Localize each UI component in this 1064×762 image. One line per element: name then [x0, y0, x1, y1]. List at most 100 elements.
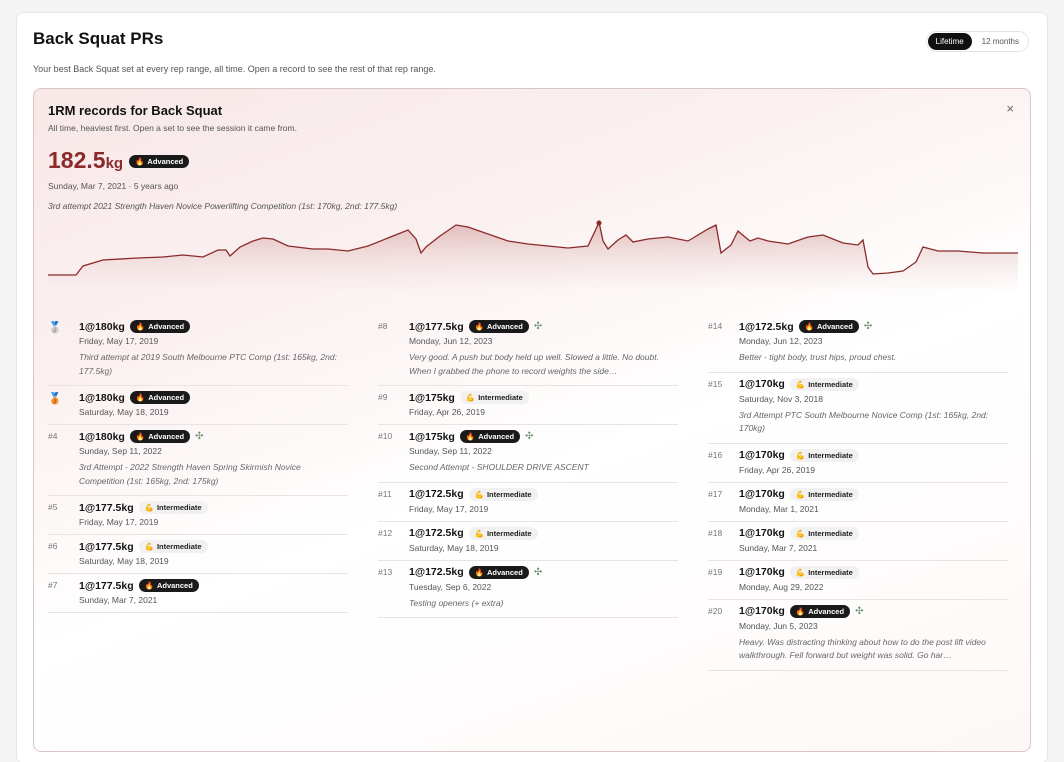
- record-head: 1@172.5kg 💪 Intermediate: [409, 487, 678, 501]
- record-row[interactable]: #7 1@177.5kg 🔥 Advanced Sunday, Mar 7, 2021: [48, 574, 348, 614]
- prs-card: Back Squat PRs Your best Back Squat set …: [16, 12, 1048, 762]
- close-icon[interactable]: ×: [1006, 101, 1014, 116]
- record-set: 1@180kg: [79, 430, 125, 443]
- record-row[interactable]: #8 1@177.5kg 🔥 Advanced ✣ Monday, Jun 12, 202…: [378, 315, 678, 387]
- record-date: Sunday, Mar 7, 2021: [79, 595, 158, 606]
- record-date: Monday, Jun 5, 2023: [739, 620, 818, 631]
- record-row[interactable]: #9 1@175kg 💪 Intermediate Friday, Apr 26, 20…: [378, 386, 678, 426]
- history-sparkline: [48, 219, 1018, 289]
- record-row[interactable]: 🥈 1@180kg 🔥 Advanced Friday, May 17, 2019 Thi…: [48, 315, 348, 387]
- record-row[interactable]: #19 1@170kg 💪 Intermediate Monday, Aug 29, 2…: [708, 561, 1008, 600]
- fire-icon: 🔥: [795, 606, 806, 616]
- advanced-badge: 🔥 Advanced: [129, 320, 191, 333]
- badge-label: Advanced: [486, 567, 523, 577]
- record-set: 1@170kg: [739, 488, 785, 501]
- flexed-arm-icon: 💪: [795, 450, 806, 460]
- record-date: Monday, Jun 12, 2023: [739, 336, 823, 346]
- panel-subtitle: All time, heaviest first. Open a set to …: [48, 123, 297, 133]
- badge-label: Intermediate: [486, 528, 532, 538]
- badge-label: Advanced: [148, 393, 185, 403]
- record-row[interactable]: #14 1@172.5kg 🔥 Advanced ✣ Monday, Jun 12, 20…: [708, 315, 1008, 373]
- record-row[interactable]: #15 1@170kg 💪 Intermediate Saturday, Nov 3, …: [708, 373, 1008, 444]
- 12-months-toggle-button[interactable]: 12 months: [974, 33, 1027, 50]
- page-subtitle: Your best Back Squat set at every rep ra…: [33, 64, 436, 74]
- hero-note: 3rd attempt 2021 Strength Haven Novice P…: [48, 201, 398, 211]
- record-set: 1@180kg: [79, 320, 125, 333]
- intermediate-badge: 💪 Intermediate: [789, 565, 859, 579]
- record-rank: #4: [48, 431, 58, 442]
- record-row[interactable]: #16 1@170kg 💪 Intermediate Friday, Apr 26, 2…: [708, 444, 1008, 483]
- record-rank: #8: [378, 321, 388, 331]
- record-row[interactable]: 🥉 1@180kg 🔥 Advanced Saturday, May 18, 2019: [48, 386, 348, 426]
- record-row[interactable]: #6 1@177.5kg 💪 Intermediate Saturday, May 18…: [48, 535, 348, 575]
- record-set: 1@172.5kg: [409, 488, 464, 501]
- record-row[interactable]: #11 1@172.5kg 💪 Intermediate Friday, May 17,…: [378, 483, 678, 522]
- lifetime-toggle-button[interactable]: Lifetime: [927, 33, 972, 50]
- record-rank: #13: [378, 566, 393, 577]
- record-set: 1@177.5kg: [79, 540, 134, 553]
- advanced-badge: 🔥 Advanced: [468, 320, 529, 333]
- record-row[interactable]: #10 1@175kg 🔥 Advanced ✣ Sunday, Sep 11, 2022…: [378, 425, 678, 483]
- records-column-2: #8 1@177.5kg 🔥 Advanced ✣ Monday, Jun 12, 202…: [378, 315, 678, 619]
- badge-label: Intermediate: [156, 503, 202, 513]
- record-row[interactable]: #4 1@180kg 🔥 Advanced ✣ Sunday, Sep 11, 2022 3…: [48, 425, 348, 497]
- badge-label: Intermediate: [156, 542, 202, 552]
- record-head: 1@170kg 💪 Intermediate: [739, 487, 1008, 501]
- record-row[interactable]: #17 1@170kg 💪 Intermediate Monday, Mar 1, 20…: [708, 483, 1008, 522]
- record-row[interactable]: #5 1@177.5kg 💪 Intermediate Friday, May 17, …: [48, 496, 348, 536]
- record-date: Saturday, May 18, 2019: [79, 407, 169, 418]
- badge-label: Advanced: [148, 322, 185, 331]
- flexed-arm-icon: 💪: [795, 567, 806, 577]
- record-row[interactable]: #20 1@170kg 🔥 Advanced ✣ Monday, Jun 5, 2023 H…: [708, 600, 1008, 671]
- record-date: Sunday, Sep 11, 2022: [79, 446, 162, 457]
- fire-icon: 🔥: [135, 322, 146, 331]
- fire-icon: 🔥: [474, 322, 484, 331]
- record-rank: #14: [708, 321, 723, 331]
- badge-label: Advanced: [816, 322, 853, 331]
- hero-date: Sunday, Mar 7, 2021 · 5 years ago: [48, 181, 179, 191]
- record-row[interactable]: #13 1@172.5kg 🔥 Advanced ✣ Tuesday, Sep 6, 20…: [378, 561, 678, 619]
- bronze-medal-icon: 🥉: [48, 393, 62, 406]
- record-rank: #9: [378, 392, 388, 403]
- hero-record[interactable]: 182.5 kg 🔥 Advanced: [48, 147, 190, 174]
- advanced-badge: 🔥 Advanced: [129, 391, 191, 405]
- record-rank: #15: [708, 378, 723, 389]
- advanced-badge: 🔥 Advanced: [459, 430, 521, 444]
- record-set: 1@170kg: [739, 378, 785, 391]
- record-note: 3rd Attempt PTC South Melbourne Novice C…: [739, 409, 989, 434]
- record-row[interactable]: #12 1@172.5kg 💪 Intermediate Saturday, May 1…: [378, 522, 678, 561]
- advanced-badge: 🔥 Advanced: [129, 430, 191, 444]
- record-head: 1@177.5kg 💪 Intermediate: [79, 501, 348, 515]
- hero-badge: 🔥 Advanced: [129, 155, 190, 168]
- fire-icon: 🔥: [144, 581, 154, 591]
- record-date: Friday, Apr 26, 2019: [739, 464, 815, 475]
- advanced-badge: 🔥 Advanced: [468, 565, 529, 579]
- record-set: 1@175kg: [409, 391, 455, 404]
- pinwheel-icon: ✣: [855, 605, 864, 617]
- badge-label: Intermediate: [478, 393, 523, 403]
- record-note: Very good. A push but body held up well.…: [409, 352, 659, 376]
- badge-label: Advanced: [478, 432, 515, 442]
- record-head: 1@170kg 💪 Intermediate: [739, 526, 1008, 540]
- record-rank: #11: [378, 488, 392, 499]
- record-row[interactable]: #18 1@170kg 💪 Intermediate Sunday, Mar 7, 20…: [708, 522, 1008, 561]
- record-note: Third attempt at 2019 South Melbourne PT…: [79, 352, 337, 376]
- record-set: 1@172.5kg: [409, 527, 464, 540]
- record-set: 1@180kg: [79, 391, 125, 404]
- record-set: 1@177.5kg: [409, 320, 464, 333]
- intermediate-badge: 💪 Intermediate: [789, 377, 859, 391]
- badge-label: Advanced: [486, 322, 523, 331]
- advanced-badge: 🔥 Advanced: [789, 604, 851, 618]
- record-set: 1@170kg: [739, 449, 785, 462]
- records-panel: 1RM records for Back Squat All time, hea…: [33, 88, 1031, 752]
- sparkline-peak-dot: [596, 220, 602, 226]
- intermediate-badge: 💪 Intermediate: [459, 391, 529, 405]
- fire-icon: 🔥: [135, 393, 146, 403]
- pinwheel-icon: ✣: [533, 321, 543, 332]
- record-rank: #17: [708, 488, 723, 499]
- records-column-3: #14 1@172.5kg 🔥 Advanced ✣ Monday, Jun 12, 20…: [708, 315, 1008, 671]
- record-date: Sunday, Mar 7, 2021: [739, 542, 818, 553]
- record-set: 1@177.5kg: [79, 579, 134, 592]
- record-note: Better - tight body, trust hips, proud c…: [739, 352, 897, 362]
- record-note: Testing openers (+ extra): [409, 597, 504, 608]
